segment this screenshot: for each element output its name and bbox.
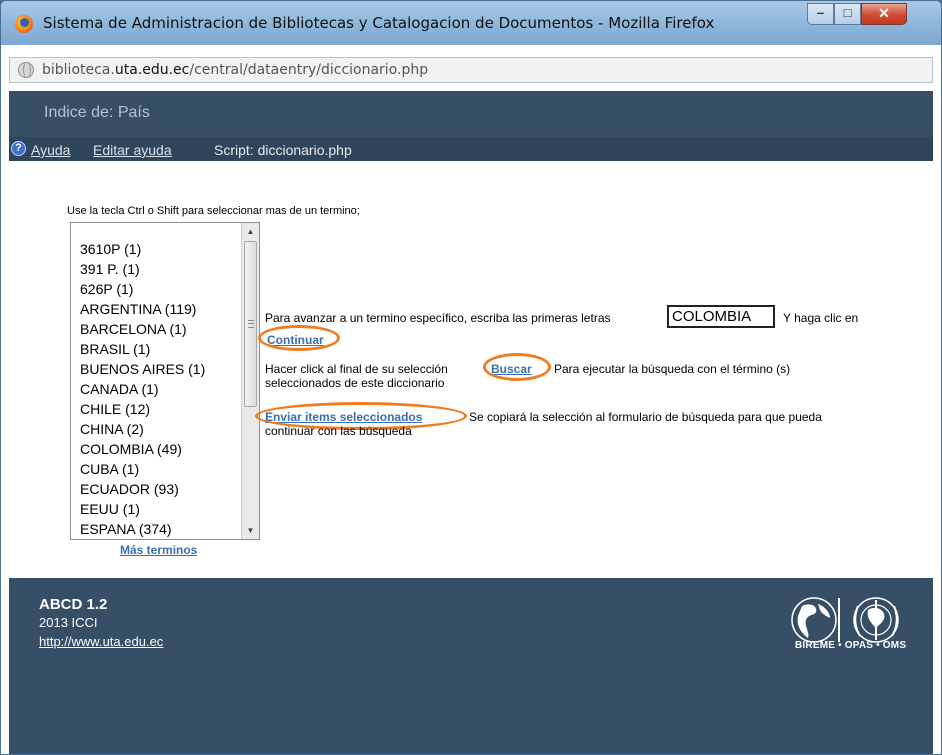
list-item[interactable]: 3610P (1) [80, 239, 205, 259]
logo-caption: BIREME • OPAS • OMS [795, 640, 907, 651]
list-item[interactable]: CHINA (2) [80, 419, 205, 439]
minimize-icon: – [816, 5, 825, 20]
url-text[interactable]: biblioteca.uta.edu.ec/central/dataentry/… [42, 62, 428, 78]
list-item[interactable]: COLOMBIA (49) [80, 439, 205, 459]
page-title: Indice de: País [44, 104, 150, 121]
script-label: Script: diccionario.php [214, 142, 352, 158]
editar-ayuda-link[interactable]: Editar ayuda [93, 142, 172, 158]
close-button[interactable]: ✕ [861, 3, 907, 25]
bireme-opas-oms-logo-icon [791, 597, 899, 643]
advance-instruction: Para avanzar a un termino específico, es… [265, 311, 611, 325]
close-icon: ✕ [878, 5, 890, 21]
terms-listbox[interactable]: 3610P (1) 391 P. (1) 626P (1) ARGENTINA (11… [70, 222, 260, 540]
list-item[interactable]: BARCELONA (1) [80, 319, 205, 339]
list-item[interactable]: ESPANA (374) [80, 519, 205, 539]
click-instruction: Y haga clic en [783, 311, 859, 325]
footer-product-name: ABCD 1.2 [39, 596, 108, 613]
window-title: Sistema de Administracion de Bibliotecas… [43, 14, 715, 32]
url-domain: uta.edu.ec [114, 62, 190, 78]
list-item[interactable]: ARGENTINA (119) [80, 299, 205, 319]
header-band: Indice de: País [9, 91, 933, 137]
scroll-up-arrow-icon[interactable]: ▲ [242, 223, 259, 240]
scroll-thumb[interactable] [244, 241, 257, 407]
globe-icon [18, 62, 34, 78]
list-item[interactable]: CUBA (1) [80, 459, 205, 479]
more-terms-link[interactable]: Más terminos [120, 543, 197, 557]
continuar-link[interactable]: Continuar [267, 333, 324, 347]
list-item[interactable]: ECUADOR (93) [80, 479, 205, 499]
list-item[interactable]: 626P (1) [80, 279, 205, 299]
list-item[interactable]: BRASIL (1) [80, 339, 205, 359]
list-item[interactable]: CANADA (1) [80, 379, 205, 399]
maximize-icon: □ [843, 5, 852, 20]
list-item[interactable]: BUENOS AIRES (1) [80, 359, 205, 379]
footer-year: 2013 ICCI [39, 615, 98, 630]
help-icon[interactable]: ? [11, 141, 26, 156]
listbox-scrollbar[interactable]: ▲ ▼ [241, 223, 259, 539]
url-path: /central/dataentry/diccionario.php [189, 62, 429, 78]
page-content: Indice de: País ? Ayuda Editar ayuda Scr… [9, 91, 933, 754]
ayuda-link[interactable]: Ayuda [31, 142, 70, 158]
buscar-description-line2: seleccionados de este diccionario [265, 376, 445, 390]
title-bar: Sistema de Administracion de Bibliotecas… [1, 1, 941, 45]
enviar-items-link[interactable]: Enviar items seleccionados [265, 410, 422, 424]
list-item[interactable]: ITALIA (1) [80, 539, 205, 540]
minimize-button[interactable]: – [807, 3, 834, 25]
list-item[interactable]: 391 P. (1) [80, 259, 205, 279]
terms-list: 3610P (1) 391 P. (1) 626P (1) ARGENTINA (11… [80, 239, 205, 540]
list-item[interactable]: CHILE (12) [80, 399, 205, 419]
url-prefix: biblioteca. [42, 62, 115, 78]
maximize-button[interactable]: □ [834, 3, 861, 25]
address-bar[interactable]: biblioteca.uta.edu.ec/central/dataentry/… [9, 57, 933, 83]
selection-instruction: Use la tecla Ctrl o Shift para seleccion… [67, 205, 360, 217]
term-search-input[interactable] [667, 305, 775, 328]
scroll-down-arrow-icon[interactable]: ▼ [242, 522, 259, 539]
buscar-link[interactable]: Buscar [491, 362, 532, 376]
firefox-logo-icon [15, 15, 33, 33]
buscar-description-line1: Para ejecutar la búsqueda con el término… [554, 362, 791, 376]
list-item[interactable]: EEUU (1) [80, 499, 205, 519]
grip-icon [248, 320, 254, 328]
footer-website-link[interactable]: http://www.uta.edu.ec [39, 634, 163, 649]
hacer-click-text: Hacer click al final de su selección [265, 362, 448, 376]
footer: ABCD 1.2 2013 ICCI http://www.uta.edu.ec… [9, 578, 933, 754]
browser-window: Sistema de Administracion de Bibliotecas… [0, 0, 942, 755]
enviar-description-line1: Se copiará la selección al formulario de… [469, 410, 822, 424]
menu-bar: ? Ayuda Editar ayuda Script: diccionario… [9, 137, 933, 161]
enviar-description-line2: continuar con las búsqueda [265, 424, 412, 438]
